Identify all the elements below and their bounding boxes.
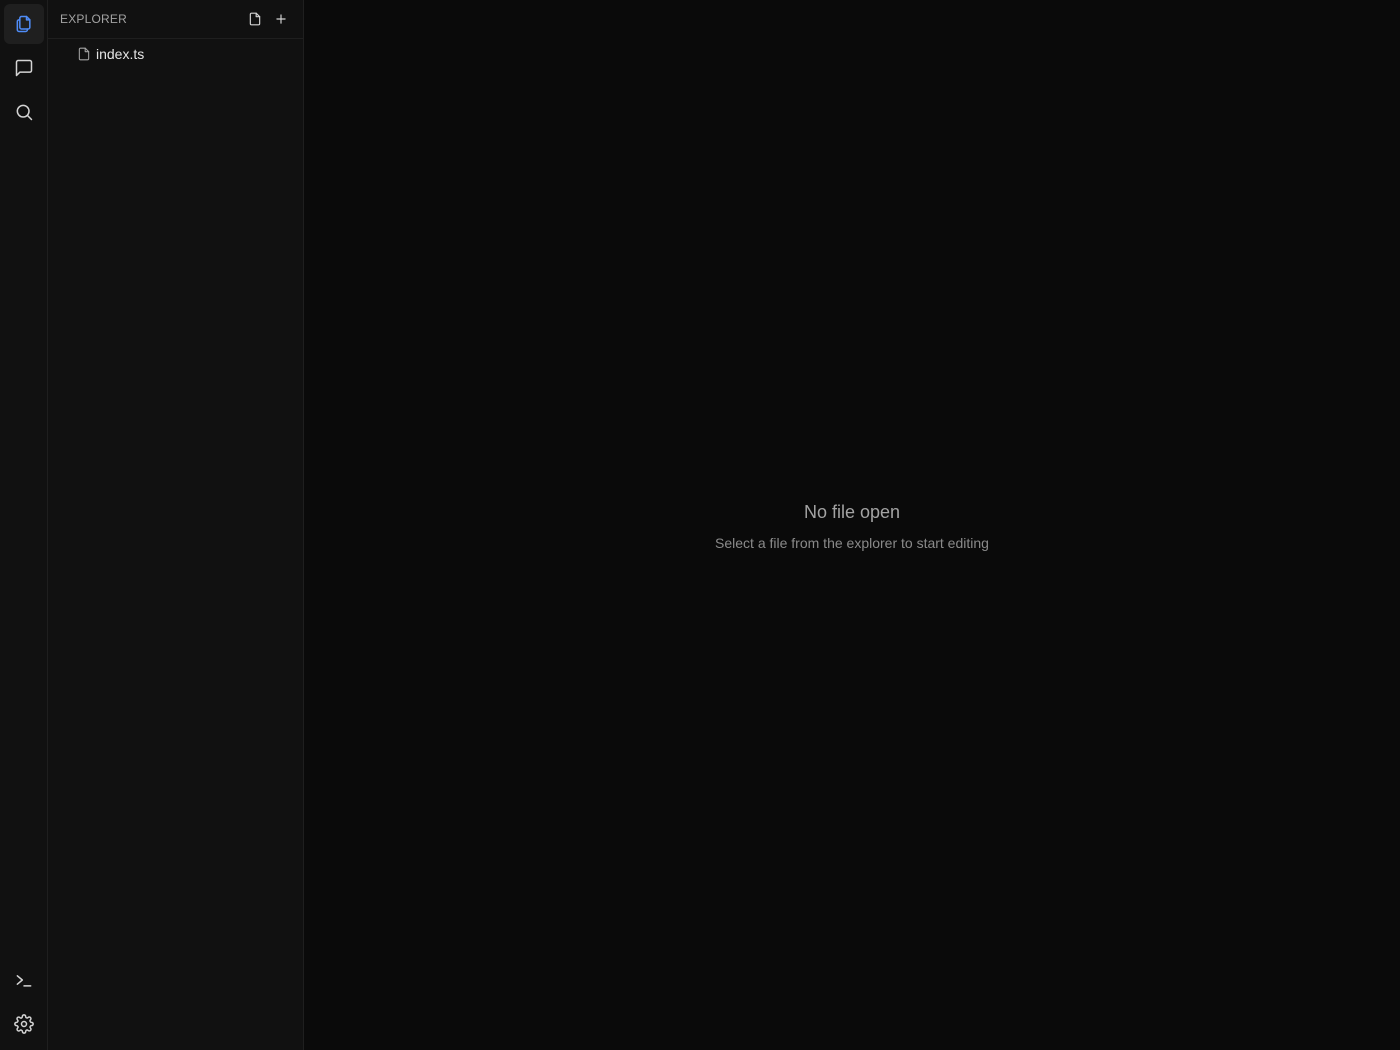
file-tree: index.ts [48,39,303,65]
activity-bar-bottom [4,960,44,1044]
explorer-panel: EXPLORER index.ts [48,0,304,1050]
file-icon [78,47,90,61]
file-item-index-ts[interactable]: index.ts [48,43,303,65]
empty-state-title: No file open [803,501,901,522]
new-file-icon [249,12,261,26]
empty-state: No file open Select a file from the expl… [715,502,989,551]
chat-button[interactable] [4,48,44,88]
file-name: index.ts [96,46,145,62]
terminal-icon [16,975,31,987]
editor-area: No file open Select a file from the expl… [304,0,1400,1050]
app-window: EXPLORER index.ts No file open Select a … [0,0,1400,1050]
new-file-button[interactable] [245,9,265,29]
activity-bar-top [3,4,44,132]
terminal-button[interactable] [4,960,44,1000]
settings-button[interactable] [4,1004,44,1044]
files-icon [16,15,31,33]
explorer-title: EXPLORER [60,12,127,26]
search-icon [16,104,32,121]
add-button[interactable] [271,9,291,29]
explorer-header: EXPLORER [48,0,303,39]
plus-icon [276,14,286,24]
search-button[interactable] [4,92,44,132]
gear-icon [13,1014,34,1034]
explorer-button[interactable] [3,4,44,44]
explorer-actions [245,9,291,29]
activity-bar [0,0,48,1050]
empty-state-subtitle: Select a file from the explorer to start… [715,534,989,551]
chat-icon [15,59,32,77]
